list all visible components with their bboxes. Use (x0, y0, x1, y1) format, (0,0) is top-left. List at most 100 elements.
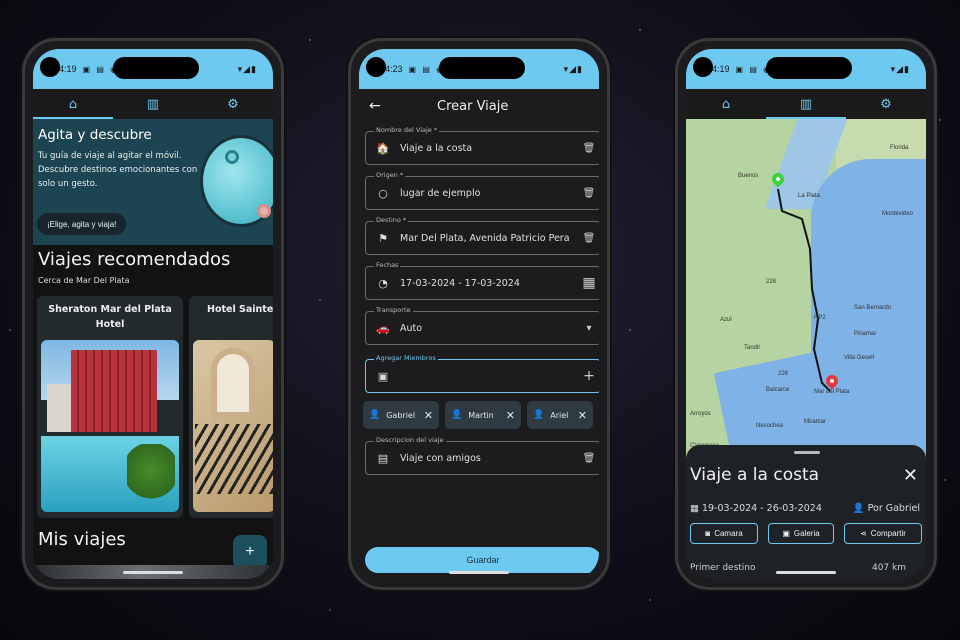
tab-map[interactable]: ▥ (766, 89, 846, 119)
field-label: Destino * (374, 216, 409, 224)
status-time: 4:19 (59, 64, 77, 74)
field-value[interactable]: Mar Del Plata, Avenida Patricio Pera (400, 233, 578, 244)
calendar-icon[interactable]: ▦ (578, 275, 599, 291)
hotel-card[interactable]: Hotel Sainte J (189, 296, 273, 518)
remove-member-icon[interactable]: ✕ (424, 409, 433, 422)
delete-icon[interactable]: 🗑 (578, 233, 599, 244)
camera-icon (693, 57, 713, 77)
field-label: Descripcion del viaje (374, 436, 446, 444)
tab-bar: ⌂ ▥ ⚙ (33, 89, 273, 119)
trip-sheet: Viaje a la costa ✕ ▦ 19-03-2024 - 26-03-… (686, 445, 926, 579)
origin-field[interactable]: Origen * ○ lugar de ejemplo 🗑 (365, 171, 599, 210)
distance-value: 407 km (871, 563, 906, 573)
delete-icon[interactable]: 🗑 (578, 143, 599, 154)
dates-field[interactable]: Fechas ◔ 17-03-2024 - 17-03-2024 ▦ (365, 261, 599, 300)
phone-trip: 4:19 ▣ ▤ ◉ • ▾◢▮ ⌂ ▥ ⚙ Florida Buenos La… (675, 38, 937, 590)
contact-icon: ▣ (377, 369, 389, 383)
camera-icon: ◙ (705, 529, 711, 538)
circle-icon: ○ (378, 186, 388, 200)
shake-button[interactable]: ¡Elige, agita y viaja! (37, 213, 127, 235)
car-icon: 🚗 (376, 321, 390, 335)
map-label: Pinamar (854, 331, 877, 337)
save-button[interactable]: Guardar (365, 547, 599, 573)
close-icon[interactable]: ✕ (903, 465, 918, 486)
person-icon: 👤 (369, 410, 381, 420)
hero-description: Tu guía de viaje al agitar el móvil. Des… (38, 151, 198, 189)
field-label: Nombre del Viaje * (374, 126, 440, 134)
member-name: Gabriel (386, 410, 416, 420)
trip-name-field[interactable]: Nombre del Viaje * 🏠 Viaje a la costa 🗑 (365, 126, 599, 165)
tab-settings[interactable]: ⚙ (193, 89, 273, 119)
home-icon: ⌂ (68, 96, 78, 112)
create-screen: 4:23 ▣ ▤ ◉ • ▾◢▮ ← Crear Viaje Nombre de… (359, 49, 599, 579)
add-trip-button[interactable]: + (233, 535, 267, 569)
person-icon: 👤 (852, 503, 868, 514)
field-value[interactable]: 17-03-2024 - 17-03-2024 (400, 278, 578, 289)
camera-label: Camara (714, 529, 743, 538)
map-label: Necochea (756, 423, 784, 429)
status-right-icons: ▾◢▮ (563, 63, 583, 74)
share-button[interactable]: ⋖ Compartir (844, 523, 922, 544)
remove-member-icon[interactable]: ✕ (578, 409, 587, 422)
status-right-icons: ▾◢▮ (890, 63, 910, 74)
add-members-field[interactable]: Agregar Miembros ▣ + (365, 354, 599, 393)
calendar-icon: ▦ (690, 503, 702, 514)
tab-settings[interactable]: ⚙ (846, 89, 926, 119)
map-label: San Bernardo (854, 305, 892, 311)
phone-home: 4:19 ▣ ▤ ◉ • ▾◢▮ ⌂ ▥ ⚙ Agita y descubre … (22, 38, 284, 590)
chevron-down-icon[interactable]: ▾ (578, 323, 599, 334)
member-chip: 👤 Gabriel ✕ (363, 401, 439, 429)
notch (113, 57, 199, 79)
tab-home[interactable]: ⌂ (33, 89, 113, 119)
trip-dates: ▦ 19-03-2024 - 26-03-2024 (690, 503, 822, 514)
map-label: Buenos (738, 173, 759, 179)
status-time: 4:23 (385, 64, 403, 74)
document-icon: ▤ (377, 451, 389, 465)
recommended-subtitle: Cerca de Mar Del Plata (38, 276, 130, 285)
field-label: Origen * (374, 171, 406, 179)
map-label: 226 (778, 371, 789, 377)
route-map[interactable]: Florida Buenos La Plata Montevideo Azul … (686, 119, 926, 459)
field-value[interactable]: lugar de ejemplo (400, 188, 578, 199)
map-label: Balcarce (766, 387, 790, 393)
map-label: Tandil (744, 345, 760, 351)
home-pin-icon: 🏠 (376, 141, 390, 155)
back-arrow-icon[interactable]: ← (369, 98, 387, 114)
person-icon: 👤 (451, 410, 463, 420)
description-field[interactable]: Descripcion del viaje ▤ Viaje con amigos… (365, 436, 599, 475)
gallery-icon: ▣ (782, 529, 790, 538)
camera-icon (40, 57, 60, 77)
field-value[interactable]: Auto (400, 323, 578, 334)
trip-owner: 👤 Por Gabriel (853, 503, 920, 514)
transport-select[interactable]: Transporte 🚗 Auto ▾ (365, 306, 599, 345)
map-label: Florida (890, 145, 909, 151)
map-label: Mar del Plata (814, 389, 850, 395)
distance-label: Primer destino (690, 563, 756, 573)
destination-field[interactable]: Destino * ⚑ Mar Del Plata, Avenida Patri… (365, 216, 599, 255)
notch (439, 57, 525, 79)
delete-icon[interactable]: 🗑 (578, 453, 599, 464)
hotel-photo (41, 340, 179, 512)
flag-icon: ⚑ (378, 231, 388, 245)
drag-handle[interactable] (794, 451, 820, 454)
member-chip: 👤 Martin ✕ (445, 401, 521, 429)
field-value[interactable]: Viaje a la costa (400, 143, 578, 154)
delete-icon[interactable]: 🗑 (578, 188, 599, 199)
add-icon[interactable]: + (578, 368, 599, 384)
field-value[interactable]: Viaje con amigos (400, 453, 578, 464)
person-icon: 👤 (533, 410, 545, 420)
camera-button[interactable]: ◙ Camara (690, 523, 758, 544)
tab-map[interactable]: ▥ (113, 89, 193, 119)
member-chip: 👤 Ariel ✕ (527, 401, 593, 429)
tab-bar: ⌂ ▥ ⚙ (686, 89, 926, 119)
page-title: Crear Viaje (437, 98, 509, 114)
hotel-card[interactable]: Sheraton Mar del Plata Hotel (37, 296, 183, 518)
route-line (777, 188, 831, 392)
member-name: Martin (468, 410, 494, 420)
tab-home[interactable]: ⌂ (686, 89, 766, 119)
gallery-button[interactable]: ▣ Galeria (768, 523, 834, 544)
home-icon: ⌂ (721, 96, 731, 112)
remove-member-icon[interactable]: ✕ (506, 409, 515, 422)
status-right-icons: ▾◢▮ (237, 63, 257, 74)
owner-text: Por Gabriel (867, 503, 920, 514)
